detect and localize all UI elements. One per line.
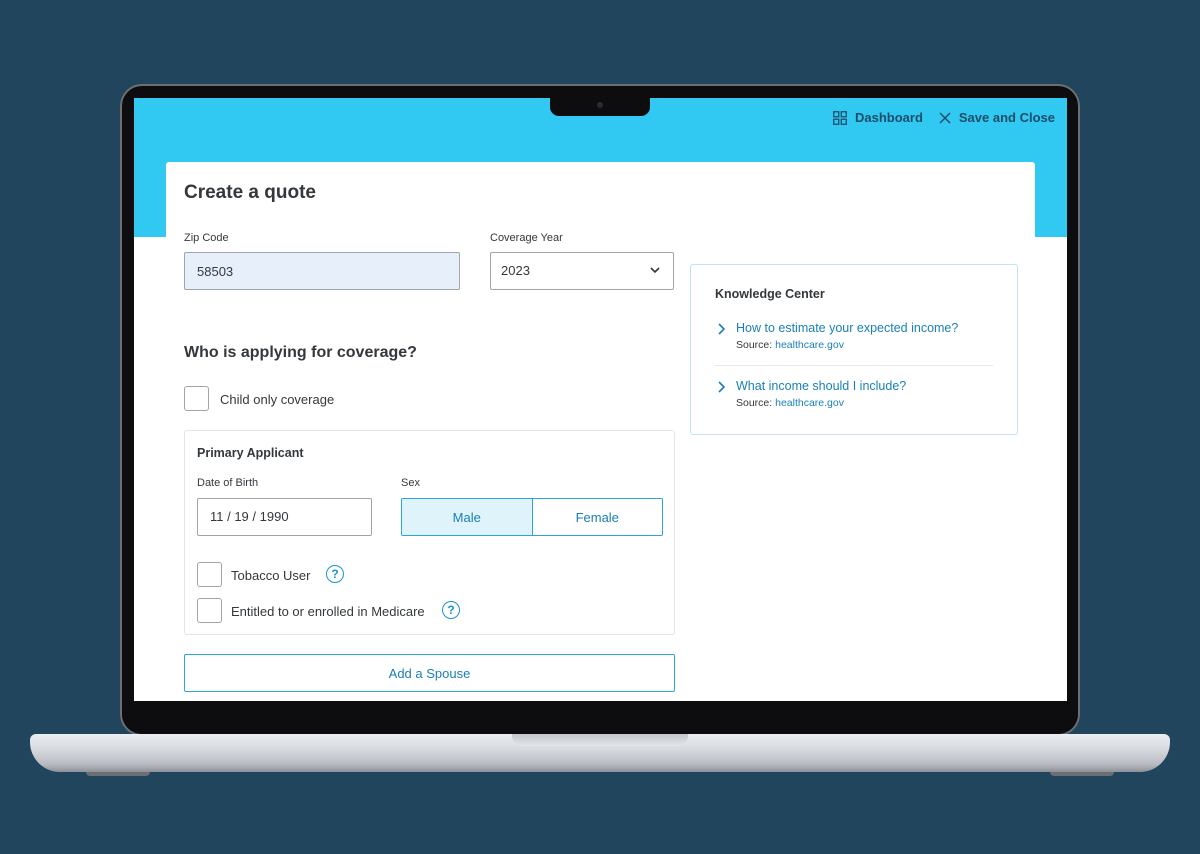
- child-only-checkbox[interactable]: [184, 386, 209, 411]
- knowledge-center-panel: Knowledge Center How to estimate your ex…: [690, 264, 1018, 435]
- save-and-close-button[interactable]: Save and Close: [939, 110, 1055, 125]
- source-prefix: Source:: [736, 397, 773, 409]
- dashboard-label: Dashboard: [854, 110, 923, 125]
- chevron-right-icon: [718, 381, 726, 393]
- knowledge-center-title: Knowledge Center: [715, 287, 825, 301]
- help-glyph: ?: [331, 567, 339, 581]
- save-and-close-label: Save and Close: [958, 110, 1055, 125]
- chevron-down-icon: [650, 267, 660, 274]
- laptop-opening-notch: [512, 734, 688, 746]
- close-icon: [939, 111, 951, 124]
- header-actions: Dashboard Save and Close: [833, 110, 1055, 125]
- knowledge-link[interactable]: What income should I include?: [736, 379, 906, 393]
- camera-notch: [550, 98, 650, 116]
- tobacco-user-label: Tobacco User: [231, 568, 311, 583]
- knowledge-divider: [715, 365, 993, 366]
- quote-card: Create a quote Zip Code Coverage Year 20…: [166, 162, 1035, 701]
- dob-label: Date of Birth: [197, 477, 259, 489]
- dob-input[interactable]: 11 / 19 / 1990: [197, 498, 372, 536]
- laptop-foot: [86, 772, 150, 776]
- laptop-bezel: [122, 701, 1078, 734]
- laptop-base: [30, 734, 1170, 772]
- chevron-right-icon: [718, 323, 726, 335]
- laptop-screen: Dashboard Save and Close Create a quote …: [134, 98, 1067, 701]
- source-link[interactable]: healthcare.gov: [775, 339, 844, 351]
- help-glyph: ?: [447, 603, 455, 617]
- coverage-year-label: Coverage Year: [490, 232, 563, 244]
- sex-label: Sex: [401, 477, 420, 489]
- knowledge-source: Source: healthcare.gov: [736, 397, 844, 409]
- primary-applicant-title: Primary Applicant: [197, 446, 304, 460]
- sex-toggle: Male Female: [401, 498, 663, 536]
- sex-female-button[interactable]: Female: [533, 499, 663, 535]
- tobacco-user-checkbox[interactable]: [197, 562, 222, 587]
- coverage-year-value: 2023: [501, 263, 530, 278]
- primary-applicant-panel: Primary Applicant Date of Birth 11 / 19 …: [184, 430, 675, 635]
- knowledge-source: Source: healthcare.gov: [736, 339, 844, 351]
- laptop-foot: [1050, 772, 1114, 776]
- dashboard-button[interactable]: Dashboard: [833, 110, 923, 125]
- source-link[interactable]: healthcare.gov: [775, 397, 844, 409]
- source-prefix: Source:: [736, 339, 773, 351]
- zip-code-input[interactable]: [184, 252, 460, 290]
- knowledge-link[interactable]: How to estimate your expected income?: [736, 321, 958, 335]
- sex-male-button[interactable]: Male: [402, 499, 533, 535]
- zip-code-label: Zip Code: [184, 232, 229, 244]
- medicare-label: Entitled to or enrolled in Medicare: [231, 604, 425, 619]
- grid-icon: [833, 110, 847, 125]
- medicare-help-icon[interactable]: ?: [442, 601, 460, 619]
- medicare-checkbox[interactable]: [197, 598, 222, 623]
- applying-section-title: Who is applying for coverage?: [184, 344, 417, 361]
- coverage-year-select[interactable]: 2023: [490, 252, 674, 290]
- child-only-label: Child only coverage: [220, 392, 335, 407]
- add-spouse-button[interactable]: Add a Spouse: [184, 654, 675, 692]
- camera-icon: [597, 102, 603, 108]
- page-title: Create a quote: [184, 182, 316, 203]
- tobacco-help-icon[interactable]: ?: [326, 565, 344, 583]
